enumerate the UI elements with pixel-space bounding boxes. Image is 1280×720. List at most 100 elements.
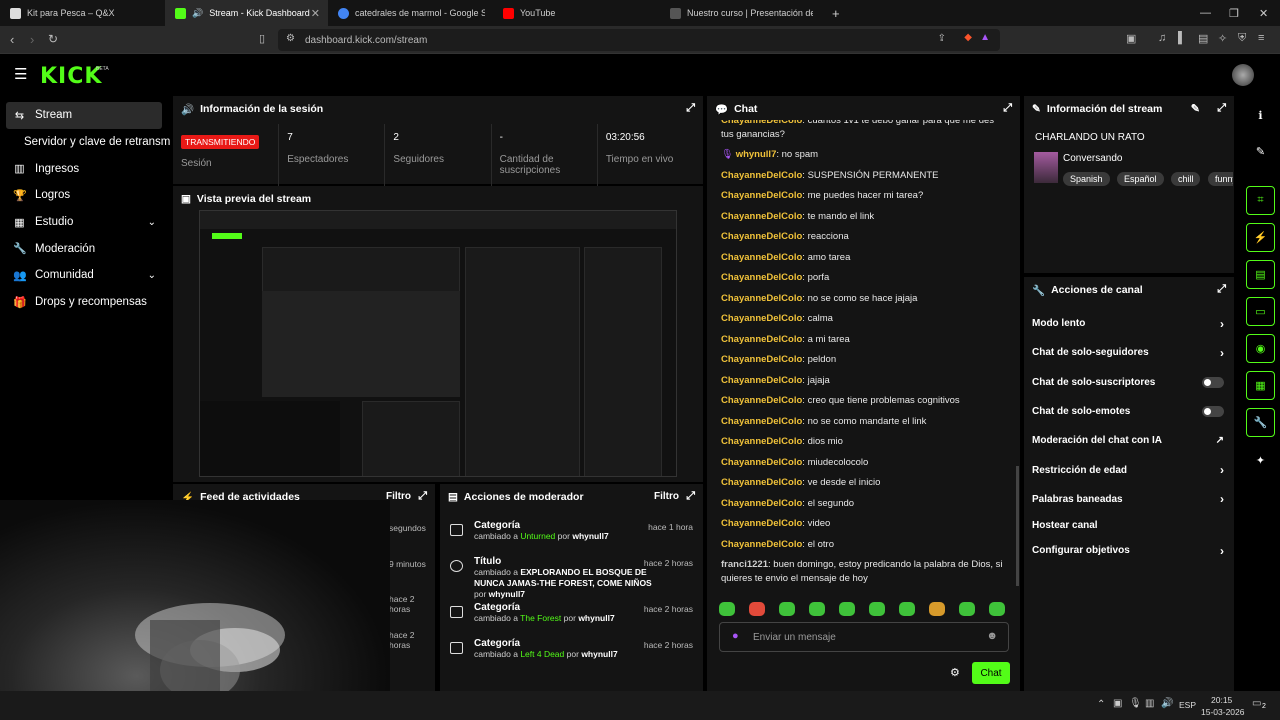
chat-icon[interactable]: ▭ [1246,297,1275,326]
emote-icon[interactable] [809,602,825,616]
minimize-icon[interactable]: — [1200,0,1211,26]
edit-icon[interactable]: ✎ [1191,102,1200,115]
close-window-icon[interactable]: ✕ [1259,0,1268,26]
chat-username[interactable]: ChayanneDelColo [721,334,802,345]
emote-icon[interactable] [869,602,885,616]
mod-action-user[interactable]: whynull7 [578,613,614,623]
chat-username[interactable]: ChayanneDelColo [721,120,802,126]
chat-username[interactable]: ChayanneDelColo [721,477,802,488]
volume-icon[interactable]: 🔊 [1161,698,1173,709]
sidebar-item-estudio[interactable]: ▦ Estudio ⌄ [0,209,170,236]
chat-username[interactable]: ChayanneDelColo [721,354,802,365]
chat-username[interactable]: ChayanneDelColo [721,457,802,468]
pencil-icon[interactable]: ✎ [1246,137,1275,166]
microphone-icon[interactable]: 🎙 [1129,698,1142,709]
info-icon[interactable]: ℹ [1246,101,1275,130]
emoji-icon[interactable]: ☻ [986,630,998,642]
chat-username[interactable]: ChayanneDelColo [721,539,802,550]
clock-date[interactable]: 15-03-2026 [1201,707,1244,717]
action-set-goals[interactable]: Configurar objetivos › [1024,536,1234,565]
sidebar-item-comunidad[interactable]: 👥 Comunidad ⌄ [0,262,170,289]
sidebar-item-stream[interactable]: ⇆ Stream [6,102,162,129]
url-field[interactable]: ⚙ dashboard.kick.com/stream ⇪ ◆ ▲ [278,29,1000,51]
emote-icon[interactable] [839,602,855,616]
brave-shield-icon[interactable]: ◆ [964,32,972,43]
sidebar-item-drops[interactable]: 🎁 Drops y recompensas [0,289,170,316]
share-icon[interactable]: ⇪ [938,33,946,44]
close-tab-icon[interactable]: ✕ [311,7,320,20]
subscribers-only-toggle[interactable] [1202,376,1224,388]
wallet-icon[interactable]: ▤ [1198,32,1208,45]
action-age-restriction[interactable]: Restricción de edad › [1024,455,1234,484]
emote-icon[interactable] [719,602,735,616]
chat-send-button[interactable]: Chat [972,662,1010,684]
chat-username[interactable]: ChayanneDelColo [721,190,802,201]
tray-chevron-icon[interactable]: ⌃ [1097,699,1105,710]
music-icon[interactable]: ♫ [1158,32,1166,44]
stream-preview-video[interactable] [199,210,677,477]
expand-icon[interactable]: ⤢ [1003,102,1012,115]
sidebar-toggle-icon[interactable]: ▣ [1126,32,1136,45]
sidebar-item-moderacion[interactable]: 🔧 Moderación [0,235,170,262]
site-info-icon[interactable]: ⚙ [286,33,295,44]
action-host-channel[interactable]: Hostear canal [1024,514,1234,536]
chat-username[interactable]: ChayanneDelColo [721,395,802,406]
maximize-icon[interactable]: ❐ [1229,0,1239,26]
emotes-only-toggle[interactable] [1202,406,1224,418]
chat-username[interactable]: ChayanneDelColo [721,436,802,447]
emote-icon[interactable] [899,602,915,616]
action-followers-only[interactable]: Chat de solo-seguidores › [1024,338,1234,367]
mod-action-user[interactable]: whynull7 [581,649,617,659]
rewards-icon[interactable]: ▲ [980,32,990,43]
browser-tab-3[interactable]: catedrales de marmol - Google Search [328,0,493,26]
broadcast-icon[interactable]: ◉ [1246,334,1275,363]
notifications-icon[interactable]: ▭ [1252,698,1261,709]
bookmark-icon[interactable]: ▯ [259,32,265,45]
language-indicator[interactable]: ESP [1179,700,1196,710]
chat-username[interactable]: ChayanneDelColo [721,211,802,222]
back-icon[interactable]: ‹ [10,32,14,47]
vpn-icon[interactable]: ⛨ [1238,32,1246,45]
chat-username[interactable]: ChayanneDelColo [721,416,802,427]
chat-username[interactable]: franci1221 [721,559,768,570]
expand-icon[interactable]: ⤢ [1217,283,1226,296]
action-ai-moderation[interactable]: Moderación del chat con IA ↗ [1024,426,1234,455]
scan-icon[interactable]: ⌗ [1246,186,1275,215]
emote-icon[interactable] [779,602,795,616]
chat-username[interactable]: ChayanneDelColo [721,293,802,304]
chat-username[interactable]: ChayanneDelColo [721,375,802,386]
wrench-icon[interactable]: 🔧 [1246,408,1275,437]
chat-username[interactable]: ChayanneDelColo [721,231,802,242]
chat-username[interactable]: ChayanneDelColo [721,170,802,181]
expand-icon[interactable]: ⤢ [418,490,427,503]
sidebar-item-ingresos[interactable]: ▥ Ingresos [0,155,170,182]
network-icon[interactable]: ▥ [1145,698,1154,709]
kick-logo[interactable]: KICK [40,64,102,89]
hamburger-icon[interactable]: ☰ [14,65,27,83]
expand-icon[interactable]: ⤢ [1217,102,1226,115]
expand-icon[interactable]: ⤢ [686,102,695,115]
menu-icon[interactable]: ≡ [1258,32,1264,44]
clock-time[interactable]: 20:15 [1211,695,1232,705]
sidebar-item-server-key[interactable]: Servidor y clave de retransmisión [0,129,170,156]
chat-username[interactable]: ChayanneDelColo [721,498,802,509]
emote-icon[interactable] [959,602,975,616]
mod-action-user[interactable]: whynull7 [572,531,608,541]
sparkle-icon[interactable]: ✦ [1246,446,1275,475]
browser-tab-1[interactable]: Kit para Pesca – Q&X [0,0,165,26]
sidebar-item-logros[interactable]: 🏆 Logros [0,182,170,209]
emote-icon[interactable] [749,602,765,616]
document-icon[interactable]: ▤ [1246,260,1275,289]
chat-message-input[interactable]: ● Enviar un mensaje ☻ [719,622,1009,652]
browser-tab-5[interactable]: Nuestro curso | Presentación del curso [660,0,820,26]
forward-icon[interactable]: › [30,32,34,47]
action-banned-words[interactable]: Palabras baneadas › [1024,485,1234,514]
reload-icon[interactable]: ↻ [48,32,58,46]
new-tab-button[interactable]: + [822,0,846,26]
reader-icon[interactable]: ▌ [1178,32,1186,44]
action-slow-mode[interactable]: Modo lento › [1024,309,1234,338]
chat-scrollbar[interactable] [1016,466,1019,586]
emote-icon[interactable] [929,602,945,616]
expand-icon[interactable]: ⤢ [686,490,695,503]
mod-action-user[interactable]: whynull7 [489,589,525,599]
